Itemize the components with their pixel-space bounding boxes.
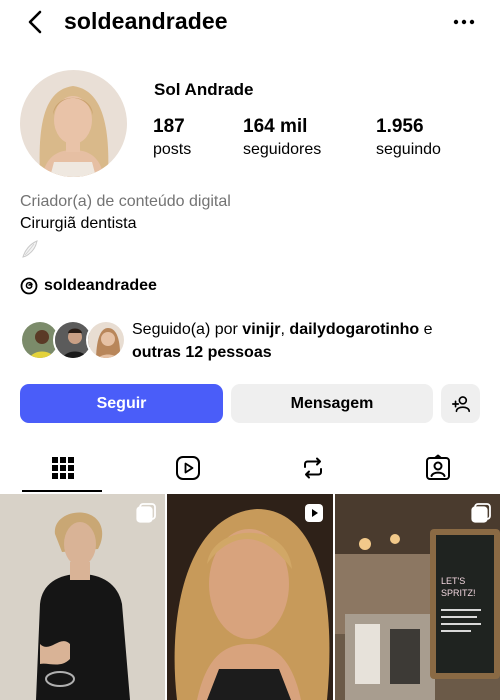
tab-posts-grid[interactable] (0, 444, 125, 492)
message-button[interactable]: Mensagem (231, 384, 433, 423)
threads-handle: soldeandradee (44, 277, 157, 294)
followed-by-avatars[interactable] (20, 320, 126, 360)
reel-icon (305, 504, 323, 522)
reels-icon (175, 456, 200, 480)
profile-avatar[interactable] (20, 70, 127, 177)
add-person-icon (451, 395, 470, 412)
followed-by-user[interactable]: dailydogarotinho (289, 321, 419, 338)
wing-emoji-icon (22, 240, 38, 258)
threads-icon (20, 277, 38, 295)
svg-text:SPRITZ!: SPRITZ! (441, 588, 476, 598)
followed-by-connector: e (419, 321, 433, 338)
post-thumbnail[interactable] (167, 494, 333, 700)
chevron-left-icon[interactable] (22, 8, 50, 36)
reposts-icon (303, 457, 322, 479)
grid-icon (51, 457, 74, 479)
top-bar: soldeandradee (0, 0, 500, 46)
following-label: seguindo (376, 141, 441, 158)
ellipsis-icon[interactable] (452, 12, 476, 32)
posts-count: 187 (153, 116, 185, 137)
followed-by-others[interactable]: outras 12 pessoas (132, 344, 272, 361)
followed-by-text[interactable]: Seguido(a) por vinijr, dailydogarotinho … (132, 318, 482, 364)
tab-reels[interactable] (125, 444, 250, 492)
tab-tagged[interactable] (375, 444, 500, 492)
post-thumbnail[interactable]: LET'S SPRITZ! (335, 494, 500, 700)
svg-text:LET'S: LET'S (441, 576, 465, 586)
profile-bio: Cirurgiã dentista (20, 215, 137, 232)
profile-tabs (0, 444, 500, 492)
tab-reposts[interactable] (250, 444, 375, 492)
profile-category: Criador(a) de conteúdo digital (20, 193, 231, 210)
profile-username: soldeandradee (64, 8, 228, 34)
following-stat[interactable]: 1.956 seguindo (376, 115, 441, 161)
followed-by-user[interactable]: vinijr (242, 321, 280, 338)
followers-count: 164 mil (243, 116, 308, 137)
follower-avatar (86, 320, 126, 360)
suggest-users-button[interactable] (441, 384, 480, 423)
follow-button[interactable]: Seguir (20, 384, 223, 423)
posts-stat[interactable]: 187 posts (153, 115, 191, 161)
followers-stat[interactable]: 164 mil seguidores (243, 115, 321, 161)
active-tab-indicator (22, 490, 102, 492)
posts-grid: LET'S SPRITZ! (0, 494, 500, 700)
followed-by-prefix: Seguido(a) por (132, 321, 243, 338)
carousel-icon (136, 503, 156, 523)
following-count: 1.956 (376, 116, 424, 137)
followers-label: seguidores (243, 141, 322, 158)
posts-label: posts (153, 141, 192, 158)
post-thumbnail[interactable] (0, 494, 165, 700)
carousel-icon (471, 503, 491, 523)
profile-full-name: Sol Andrade (154, 80, 254, 99)
threads-link[interactable]: soldeandradee (20, 275, 157, 297)
tagged-icon (425, 454, 450, 480)
